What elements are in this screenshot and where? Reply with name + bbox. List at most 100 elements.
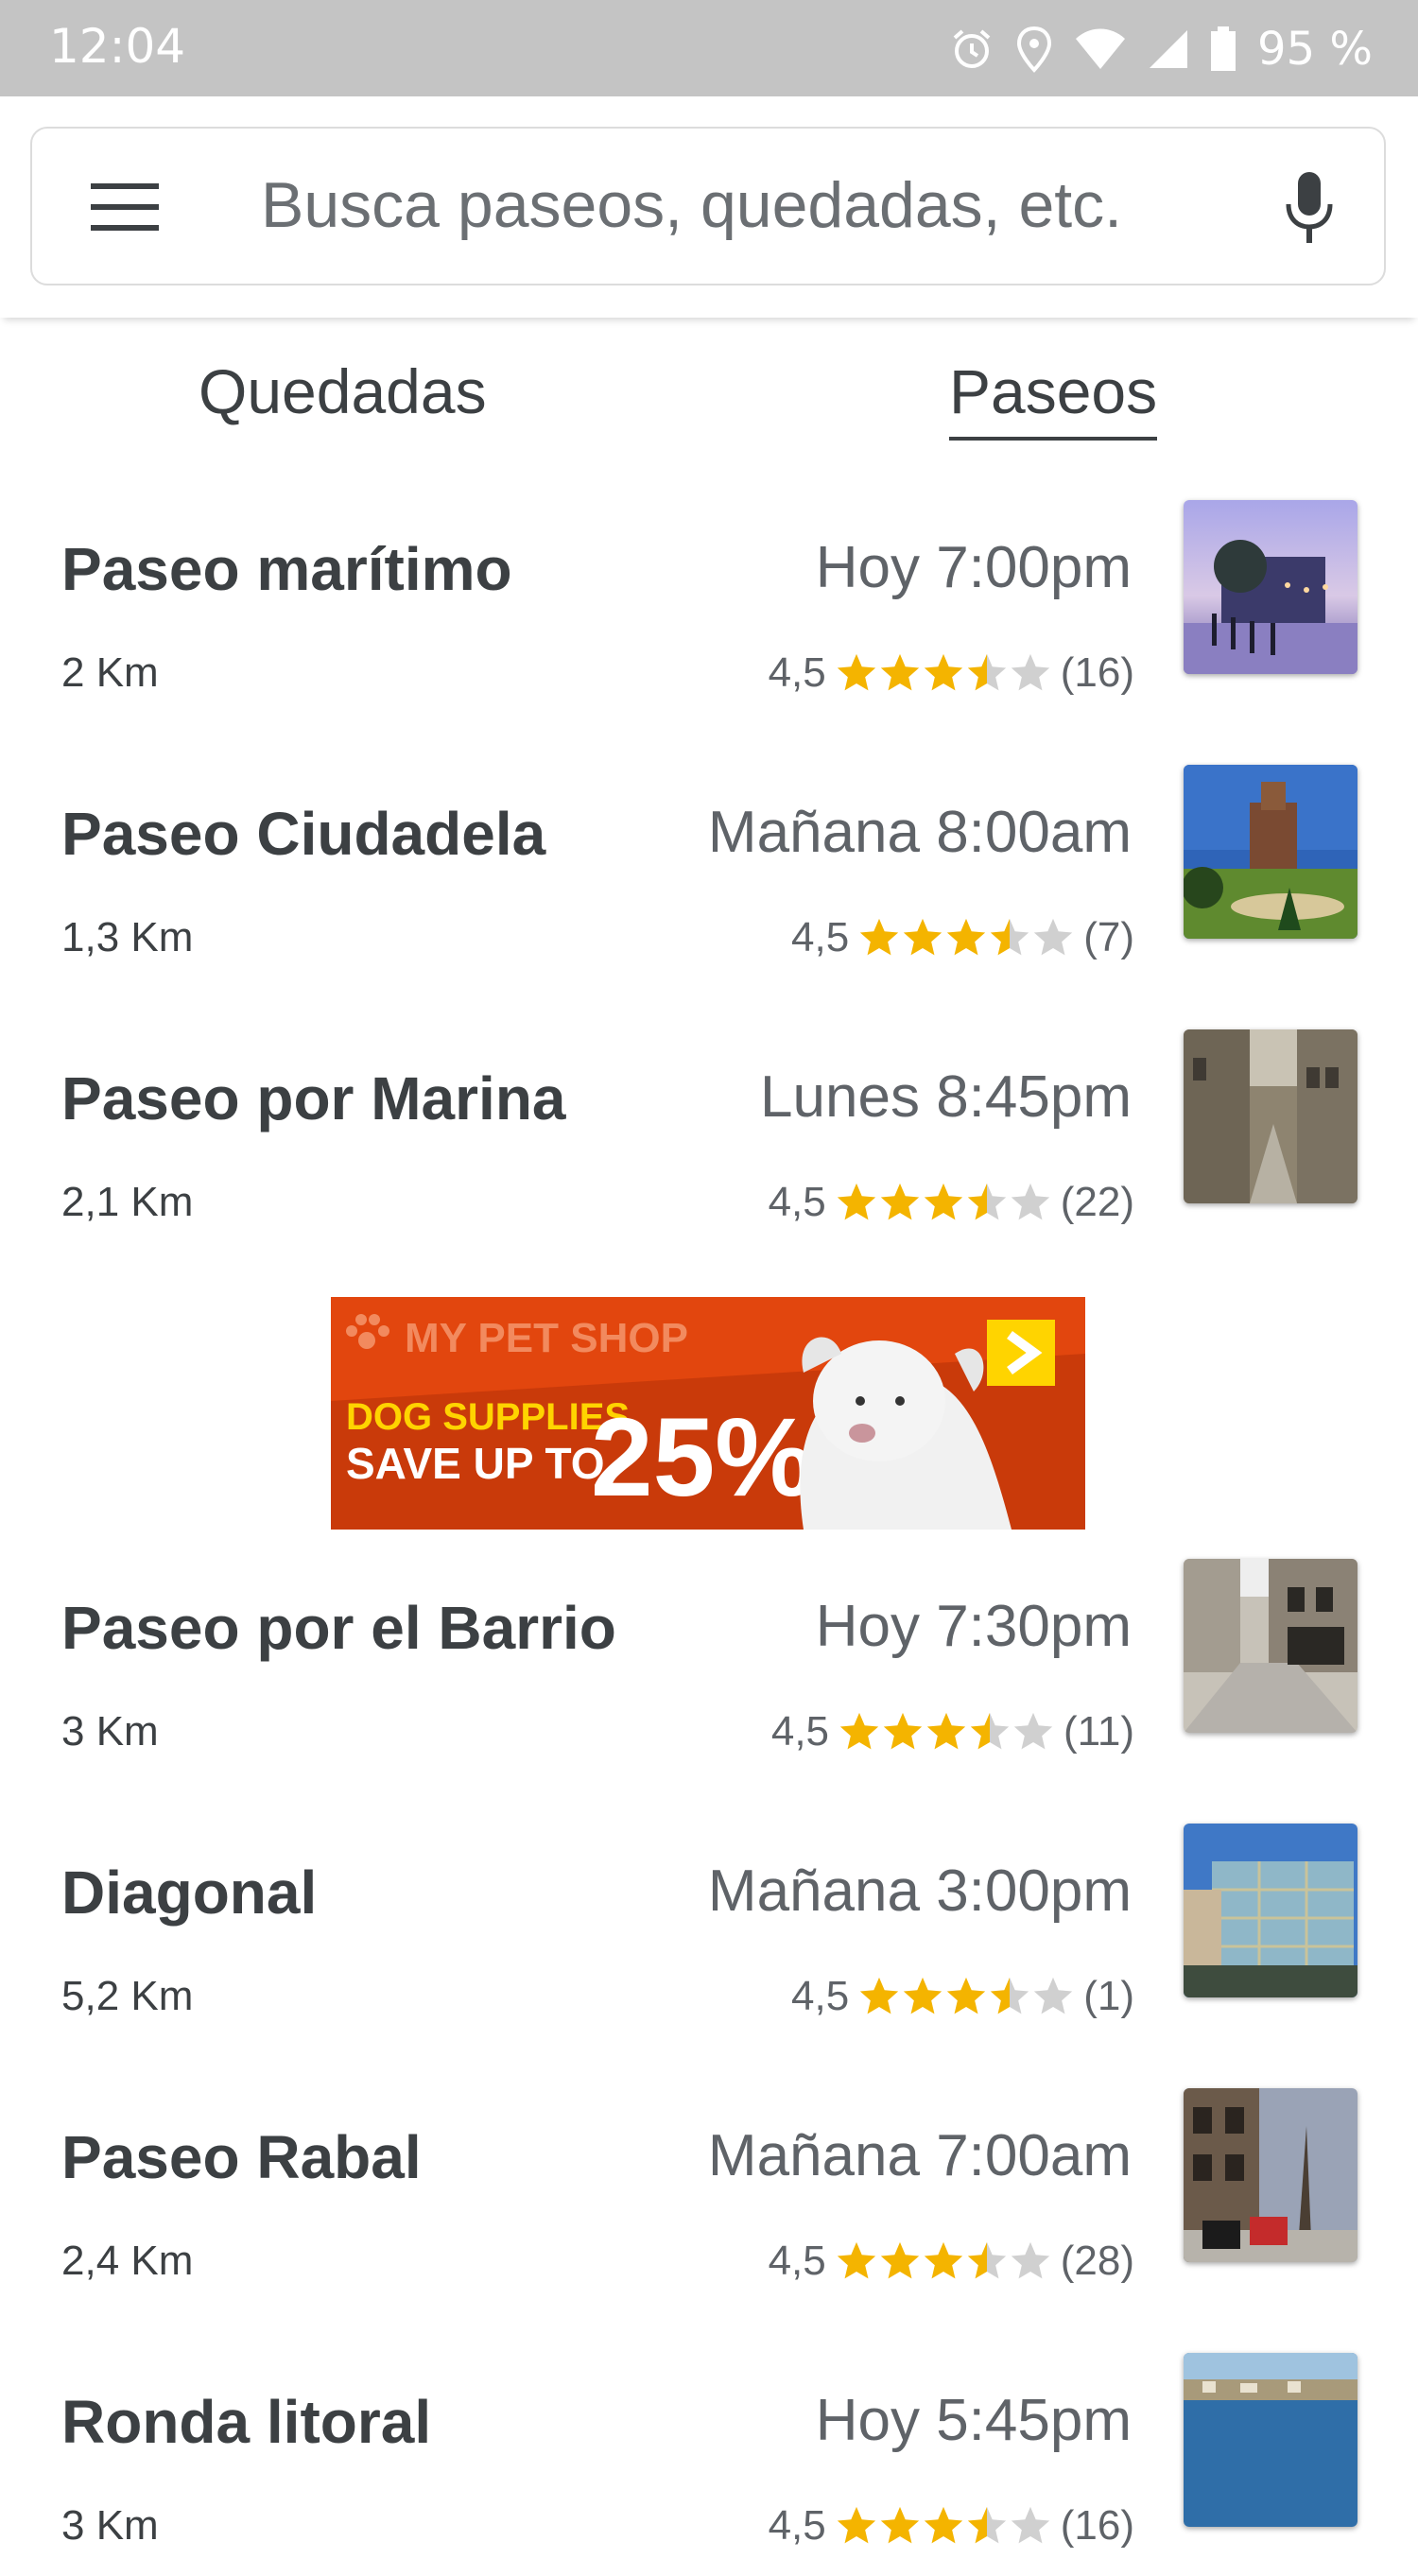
rating-value: 4,5	[791, 1973, 850, 2019]
walk-time: Hoy 7:30pm	[815, 1594, 1132, 1659]
walk-title: Paseo Rabal	[61, 2123, 422, 2191]
status-bar: 12:04 95 %	[0, 0, 1418, 96]
star-icon	[947, 918, 986, 956]
wifi-icon	[1076, 28, 1126, 69]
star-icon	[837, 1183, 875, 1220]
battery-icon	[1211, 26, 1236, 71]
walk-thumbnail[interactable]	[1184, 765, 1357, 939]
walk-time: Hoy 5:45pm	[815, 2388, 1132, 2453]
rating-value: 4,5	[768, 2502, 826, 2549]
walk-thumbnail[interactable]	[1184, 500, 1357, 674]
star-icon	[926, 1712, 966, 1750]
walk-distance: 2 Km	[61, 649, 159, 696]
list-item[interactable]: Paseo por el Barrio 3 Km Hoy 7:30pm 4,5 …	[0, 1559, 1418, 1782]
star-icon	[904, 918, 942, 956]
review-count: (22)	[1060, 1179, 1134, 1225]
star-icon	[839, 1712, 879, 1750]
star-icon	[967, 2506, 1006, 2544]
star-icon	[860, 918, 899, 956]
review-count: (7)	[1083, 914, 1134, 960]
list-item[interactable]: Paseo Rabal 2,4 Km Mañana 7:00am 4,5 (28…	[0, 2088, 1418, 2311]
star-icon	[1013, 1712, 1053, 1750]
search-input[interactable]	[259, 157, 1208, 253]
star-rating	[836, 1182, 1051, 1223]
ad-banner[interactable]: MY PET SHOP DOG SUPPLIES SAVE UP TO 25%	[331, 1297, 1085, 1530]
status-time: 12:04	[49, 19, 186, 74]
star-icon	[1011, 2241, 1049, 2279]
ad-percent: 25%	[591, 1395, 814, 1520]
search-header	[0, 96, 1418, 318]
tab-quedadas[interactable]: Quedadas	[199, 355, 487, 427]
walk-distance: 3 Km	[61, 2502, 159, 2549]
ad-arrow-button[interactable]	[987, 1320, 1055, 1386]
star-icon	[970, 1712, 1010, 1750]
star-icon	[991, 1977, 1029, 2014]
walk-distance: 2,4 Km	[61, 2238, 194, 2284]
status-icons: 95 %	[949, 21, 1373, 78]
microphone-icon[interactable]	[1284, 172, 1335, 248]
star-icon	[924, 2506, 962, 2544]
walk-title: Paseo marítimo	[61, 535, 512, 603]
star-icon	[967, 1183, 1006, 1220]
review-count: (16)	[1060, 2502, 1134, 2549]
walk-time: Mañana 8:00am	[707, 800, 1132, 865]
walk-thumbnail[interactable]	[1184, 2353, 1357, 2527]
star-icon	[1011, 653, 1049, 691]
ad-line1: DOG SUPPLIES	[346, 1396, 630, 1438]
star-icon	[880, 2506, 919, 2544]
tab-paseos[interactable]: Paseos	[949, 355, 1158, 441]
search-bar	[30, 127, 1386, 285]
walk-rating: 4,5 (16)	[769, 2502, 1134, 2550]
list-item[interactable]: Paseo Ciudadela 1,3 Km Mañana 8:00am 4,5…	[0, 765, 1418, 988]
walk-time: Mañana 7:00am	[707, 2123, 1132, 2188]
walk-thumbnail[interactable]	[1184, 1559, 1357, 1733]
rating-value: 4,5	[768, 1179, 826, 1225]
walk-title: Paseo por el Barrio	[61, 1594, 616, 1662]
walk-rating: 4,5 (28)	[769, 2238, 1134, 2285]
ad-brand: MY PET SHOP	[405, 1315, 688, 1361]
star-icon	[837, 653, 875, 691]
walk-thumbnail[interactable]	[1184, 1029, 1357, 1203]
walk-rating: 4,5 (1)	[791, 1973, 1134, 2020]
walk-time: Hoy 7:00pm	[815, 535, 1132, 600]
star-icon	[991, 918, 1029, 956]
walk-thumbnail[interactable]	[1184, 2088, 1357, 2262]
star-rating	[836, 652, 1051, 694]
star-rating	[836, 2240, 1051, 2282]
walk-distance: 1,3 Km	[61, 914, 194, 960]
star-icon	[1034, 1977, 1073, 2014]
list-item[interactable]: Paseo por Marina 2,1 Km Lunes 8:45pm 4,5…	[0, 1029, 1418, 1253]
walk-title: Paseo Ciudadela	[61, 800, 546, 868]
location-icon	[1017, 26, 1052, 73]
star-icon	[880, 1183, 919, 1220]
walk-title: Paseo por Marina	[61, 1064, 566, 1132]
list-item[interactable]: Ronda litoral 3 Km Hoy 5:45pm 4,5 (16)	[0, 2353, 1418, 2576]
star-icon	[947, 1977, 986, 2014]
battery-percent: 95 %	[1257, 23, 1373, 76]
walk-title: Diagonal	[61, 1859, 318, 1927]
star-icon	[883, 1712, 923, 1750]
star-icon	[860, 1977, 899, 2014]
alarm-icon	[953, 29, 991, 68]
star-icon	[1034, 918, 1073, 956]
star-icon	[1011, 1183, 1049, 1220]
star-icon	[924, 2241, 962, 2279]
list-item[interactable]: Paseo marítimo 2 Km Hoy 7:00pm 4,5 (16)	[0, 500, 1418, 723]
star-icon	[837, 2241, 875, 2279]
rating-value: 4,5	[768, 649, 826, 696]
walk-distance: 5,2 Km	[61, 1973, 194, 2019]
walk-thumbnail[interactable]	[1184, 1824, 1357, 1997]
rating-value: 4,5	[770, 1708, 830, 1755]
review-count: (16)	[1060, 649, 1134, 696]
star-icon	[924, 653, 962, 691]
star-icon	[924, 1183, 962, 1220]
menu-icon[interactable]	[91, 180, 159, 234]
rating-value: 4,5	[768, 2238, 826, 2284]
review-count: (28)	[1060, 2238, 1134, 2284]
star-icon	[967, 653, 1006, 691]
star-icon	[967, 2241, 1006, 2279]
walk-time: Lunes 8:45pm	[760, 1064, 1132, 1130]
walk-distance: 2,1 Km	[61, 1179, 194, 1225]
list-item[interactable]: Diagonal 5,2 Km Mañana 3:00pm 4,5 (1)	[0, 1824, 1418, 2047]
review-count: (11)	[1064, 1708, 1134, 1755]
